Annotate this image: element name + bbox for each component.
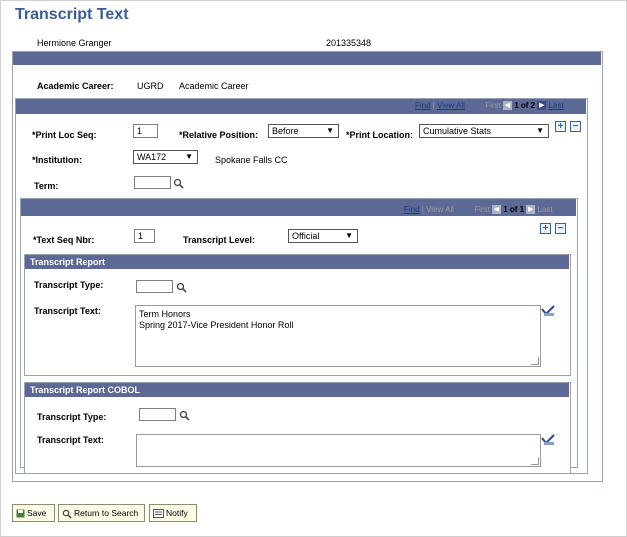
first-label: First: [485, 101, 501, 110]
text-seq-input[interactable]: 1: [134, 229, 155, 243]
term-input[interactable]: [134, 176, 171, 189]
last-link[interactable]: Last: [549, 101, 564, 110]
transcript-text-line: Spring 2017-Vice President Honor Roll: [139, 320, 294, 330]
career-code: UGRD: [137, 81, 164, 91]
resize-grip-icon[interactable]: [531, 457, 539, 465]
find-link[interactable]: Find: [404, 205, 420, 214]
view-all-link[interactable]: View All: [437, 101, 465, 110]
transcript-report-header: Transcript Report: [25, 255, 569, 269]
first-label: First: [474, 205, 490, 214]
transcript-text-label: Transcript Text:: [34, 306, 101, 316]
relative-position-value: Before: [272, 126, 299, 136]
cobol-text-area[interactable]: [136, 434, 541, 467]
chevron-down-icon: ▼: [185, 152, 193, 161]
transcript-type-label: Transcript Type:: [34, 280, 104, 290]
institution-value: WA172: [137, 152, 167, 162]
student-name: Hermione Granger: [37, 38, 112, 48]
transcript-cobol-header: Transcript Report COBOL: [25, 383, 569, 397]
institution-select[interactable]: WA172 ▼: [133, 150, 198, 164]
cobol-type-label: Transcript Type:: [37, 412, 107, 422]
return-to-search-button[interactable]: Return to Search: [58, 504, 145, 522]
career-label: Academic Career:: [37, 81, 114, 91]
delete-row-icon[interactable]: −: [570, 121, 581, 132]
page-counter: 1 of 1: [503, 205, 525, 214]
page-counter: 1 of 2: [514, 101, 536, 110]
print-location-label: *Print Location:: [346, 130, 413, 140]
spell-check-icon[interactable]: [541, 434, 555, 446]
return-label: Return to Search: [74, 508, 139, 518]
next-arrow-icon[interactable]: ▶: [537, 101, 547, 111]
notify-label: Notify: [166, 508, 188, 518]
resize-grip-icon[interactable]: [531, 357, 539, 365]
search-icon: [62, 509, 72, 519]
notify-button[interactable]: Notify: [149, 504, 197, 522]
save-button[interactable]: Save: [12, 504, 55, 522]
search-icon[interactable]: [173, 178, 184, 189]
search-icon[interactable]: [176, 282, 187, 293]
transcript-text-nav: Find | View All First ◀ 1 of 1 ▶ Last: [404, 205, 553, 215]
save-label: Save: [27, 508, 47, 518]
prev-arrow-icon: ◀: [492, 205, 501, 215]
print-loc-seq-label: *Print Loc Seq:: [32, 130, 97, 140]
next-arrow-icon: ▶: [526, 205, 536, 215]
view-all-text: View All: [426, 205, 454, 214]
page-title: Transcript Text: [15, 6, 129, 23]
prev-arrow-icon: ◀: [503, 101, 512, 111]
delete-row-icon[interactable]: −: [555, 223, 566, 234]
chevron-down-icon: ▼: [326, 126, 334, 135]
institution-label: *Institution:: [32, 155, 82, 165]
cobol-type-input[interactable]: [139, 408, 176, 421]
institution-description: Spokane Falls CC: [215, 155, 288, 165]
transcript-type-input[interactable]: [136, 280, 173, 293]
print-location-nav: Find | View All First ◀ 1 of 2 ▶ Last: [415, 101, 564, 111]
transcript-level-select[interactable]: Official ▼: [288, 229, 358, 243]
add-row-icon[interactable]: +: [540, 223, 551, 234]
add-row-icon[interactable]: +: [555, 121, 566, 132]
find-link[interactable]: Find: [415, 101, 431, 110]
transcript-text-line: Term Honors: [139, 309, 191, 319]
transcript-level-value: Official: [292, 231, 320, 241]
term-label: Term:: [34, 181, 59, 191]
print-location-select[interactable]: Cumulative Stats ▼: [419, 124, 549, 138]
notify-icon: [153, 509, 164, 519]
relative-position-select[interactable]: Before ▼: [268, 124, 339, 138]
relative-position-label: *Relative Position:: [179, 130, 259, 140]
transcript-text-area[interactable]: Term Honors Spring 2017-Vice President H…: [135, 305, 541, 367]
save-icon: [16, 509, 25, 518]
career-description: Academic Career: [179, 81, 249, 91]
text-seq-label: *Text Seq Nbr:: [33, 235, 95, 245]
chevron-down-icon: ▼: [345, 231, 353, 240]
chevron-down-icon: ▼: [536, 126, 544, 135]
main-panel-topbar: [13, 52, 601, 65]
search-icon[interactable]: [179, 410, 190, 421]
student-id: 201335348: [326, 38, 372, 48]
transcript-level-label: Transcript Level:: [183, 235, 256, 245]
spell-check-icon[interactable]: [541, 305, 555, 317]
print-loc-seq-input[interactable]: 1: [133, 124, 158, 138]
last-label: Last: [537, 205, 553, 214]
cobol-text-label: Transcript Text:: [37, 435, 104, 445]
print-location-value: Cumulative Stats: [423, 126, 492, 136]
